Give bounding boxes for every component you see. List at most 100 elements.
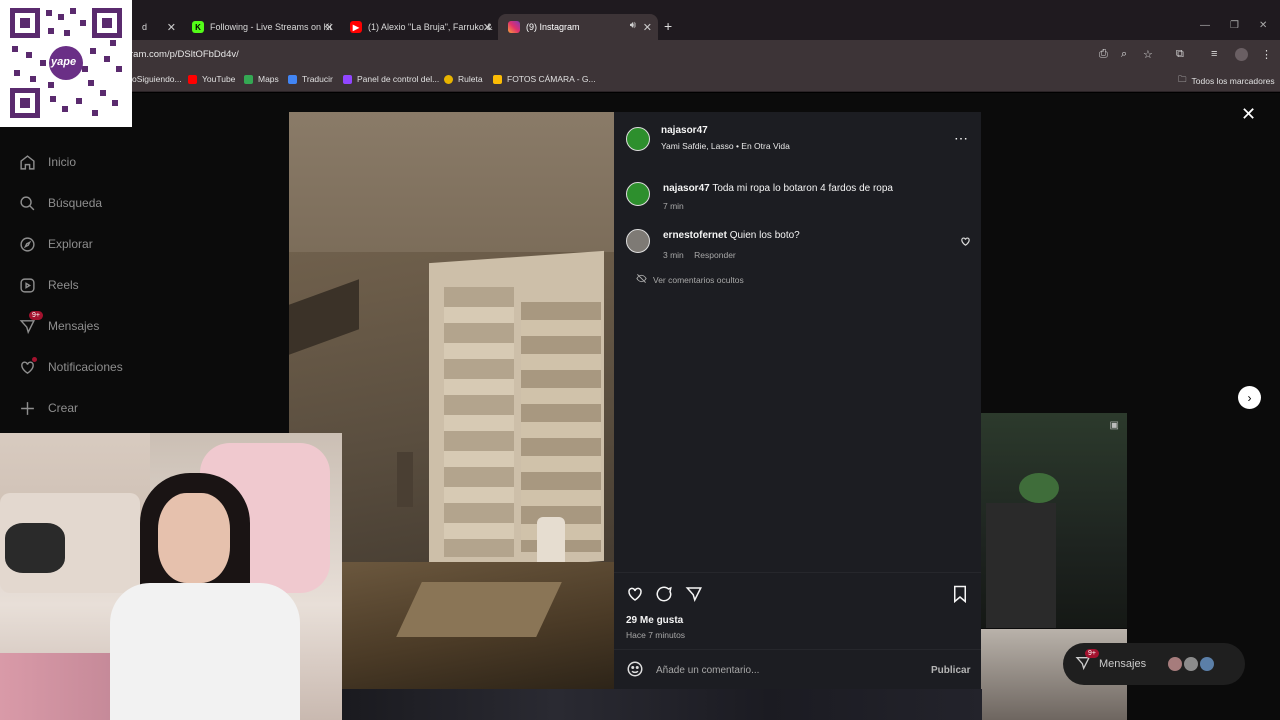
- bookmark-youtube[interactable]: YouTube: [188, 74, 235, 84]
- sidebar-item-explorar[interactable]: Explorar: [18, 235, 93, 253]
- bookmark-fotos[interactable]: FOTOS CÁMARA - G...: [493, 74, 596, 84]
- likes-count[interactable]: 29 Me gusta: [626, 615, 683, 626]
- messages-pill-badge: 9+: [1085, 648, 1099, 658]
- bookmark-ruleta[interactable]: Ruleta: [444, 74, 483, 84]
- caption-text: Toda mi ropa lo botaron 4 fardos de ropa: [712, 183, 893, 194]
- kick-icon: K: [192, 21, 204, 33]
- install-icon[interactable]: ⎙: [1099, 48, 1108, 61]
- post-time: Hace 7 minutos: [626, 630, 686, 640]
- publish-button[interactable]: Publicar: [931, 665, 970, 676]
- grid-thumbnail-row: [342, 689, 982, 720]
- maps-icon: [244, 74, 253, 84]
- comment: ernestofernet Quien los boto?: [663, 230, 800, 241]
- close-tab-icon[interactable]: ✕: [325, 21, 334, 34]
- extensions-icon[interactable]: ⧉: [1176, 48, 1184, 61]
- yape-logo: yape: [51, 56, 77, 68]
- url-field[interactable]: ram.com/p/DSltOFbDd4v/: [130, 49, 239, 60]
- sidebar-item-notificaciones[interactable]: Notificaciones: [18, 357, 123, 376]
- comment-time: 3 min: [663, 250, 684, 260]
- star-icon[interactable]: ☆: [1143, 48, 1153, 61]
- caption-avatar[interactable]: [626, 182, 650, 206]
- youtube-icon: ▶: [350, 21, 362, 33]
- audio-label[interactable]: Yami Safdie, Lasso • En Otra Vida: [661, 141, 790, 151]
- sidebar-item-busqueda[interactable]: Búsqueda: [18, 194, 102, 212]
- hidden-comments-link[interactable]: Ver comentarios ocultos: [636, 273, 744, 286]
- tab-kick[interactable]: K Following - Live Streams on Ki ✕: [182, 14, 340, 40]
- comment-icon[interactable]: [655, 585, 673, 608]
- close-tab-icon[interactable]: ✕: [167, 21, 176, 34]
- grid-thumbnail[interactable]: ▣: [981, 413, 1127, 628]
- tab-search-icon[interactable]: ≡: [1211, 48, 1217, 60]
- bookmark-maps[interactable]: Maps: [244, 74, 279, 84]
- bookmark-icon[interactable]: [952, 585, 968, 608]
- wall-upper: [289, 112, 614, 252]
- divider: [614, 649, 981, 650]
- post-panel: najasor47 Yami Safdie, Lasso • En Otra V…: [614, 112, 981, 689]
- caption-username[interactable]: najasor47: [663, 183, 710, 194]
- author-username[interactable]: najasor47: [661, 125, 708, 136]
- drive-icon: [493, 74, 502, 84]
- author-avatar[interactable]: [626, 127, 650, 151]
- tab-youtube[interactable]: ▶ (1) Alexio "La Bruja", Farruko & ✕: [340, 14, 498, 40]
- close-tab-icon[interactable]: ✕: [643, 21, 652, 34]
- webcam-shirt: [110, 583, 300, 720]
- tab-1[interactable]: d ✕: [132, 14, 182, 40]
- speaker-icon[interactable]: 🔊︎: [630, 20, 636, 31]
- twitch-icon: [343, 74, 352, 84]
- translate-icon: [288, 74, 297, 84]
- webcam-face: [158, 493, 230, 583]
- more-options-icon[interactable]: ⋯: [954, 130, 968, 147]
- sidebar-item-reels[interactable]: Reels: [18, 276, 79, 294]
- new-tab-button[interactable]: +: [664, 18, 672, 34]
- comment-input[interactable]: Añade un comentario...: [656, 665, 759, 676]
- menu-icon[interactable]: ⋮: [1261, 48, 1272, 61]
- folder-icon: 🗀︎: [1178, 74, 1187, 84]
- close-tab-icon[interactable]: ✕: [483, 21, 492, 34]
- profile-avatar[interactable]: [1235, 48, 1248, 61]
- eye-off-icon: [636, 273, 647, 286]
- sidebar-item-inicio[interactable]: Inicio: [18, 153, 76, 171]
- thumbnail-figure: [1019, 473, 1059, 503]
- compass-icon: [18, 235, 36, 253]
- wall-box: [397, 452, 413, 507]
- youtube-icon: [188, 74, 197, 84]
- comment-text: Quien los boto?: [729, 230, 800, 241]
- emoji-icon[interactable]: [626, 660, 644, 683]
- bookmark-siguiendo[interactable]: oSiguiendo...: [132, 74, 182, 84]
- minimize-icon[interactable]: —: [1200, 20, 1210, 31]
- share-icon[interactable]: [685, 585, 703, 608]
- like-comment-icon[interactable]: [960, 234, 971, 252]
- avatar: [1200, 657, 1215, 671]
- like-icon[interactable]: [626, 585, 644, 608]
- messages-pill[interactable]: 9+ Mensajes: [1063, 643, 1245, 685]
- bookmark-panel[interactable]: Panel de control del...: [343, 74, 439, 84]
- close-modal-icon[interactable]: ✕: [1241, 104, 1256, 125]
- webcam-blanket: [0, 653, 110, 720]
- webcam-overlay: [0, 433, 342, 720]
- zoom-icon[interactable]: ⌕: [1121, 48, 1127, 61]
- sidebar-item-crear[interactable]: Crear: [18, 399, 78, 417]
- heart-icon: [18, 357, 37, 376]
- avatar: [1184, 657, 1199, 671]
- sidebar-item-mensajes[interactable]: 9+ Mensajes: [18, 311, 99, 335]
- close-window-icon[interactable]: ✕: [1259, 20, 1267, 31]
- reply-link[interactable]: Responder: [694, 250, 736, 260]
- caption: najasor47 Toda mi ropa lo botaron 4 fard…: [663, 183, 893, 194]
- thumbnail-figure: [986, 503, 1056, 628]
- tab-instagram[interactable]: (9) Instagram 🔊︎ ✕: [498, 14, 658, 40]
- door-right: [521, 302, 601, 552]
- door-left: [444, 287, 514, 557]
- caption-time: 7 min: [663, 201, 684, 211]
- avatar: [1168, 657, 1183, 671]
- bookmark-all[interactable]: 🗀︎ Todos los marcadores: [1178, 74, 1275, 88]
- comment-username[interactable]: ernestofernet: [663, 230, 727, 241]
- search-icon: [18, 194, 36, 212]
- yape-qr-code: yape: [0, 0, 132, 127]
- webcam-plush: [5, 523, 65, 573]
- next-post-button[interactable]: ›: [1238, 386, 1261, 409]
- restore-icon[interactable]: ❐: [1230, 20, 1239, 31]
- messenger-icon: 9+: [1075, 648, 1099, 674]
- divider: [614, 572, 981, 573]
- commenter-avatar[interactable]: [626, 229, 650, 253]
- bookmark-traducir[interactable]: Traducir: [288, 74, 333, 84]
